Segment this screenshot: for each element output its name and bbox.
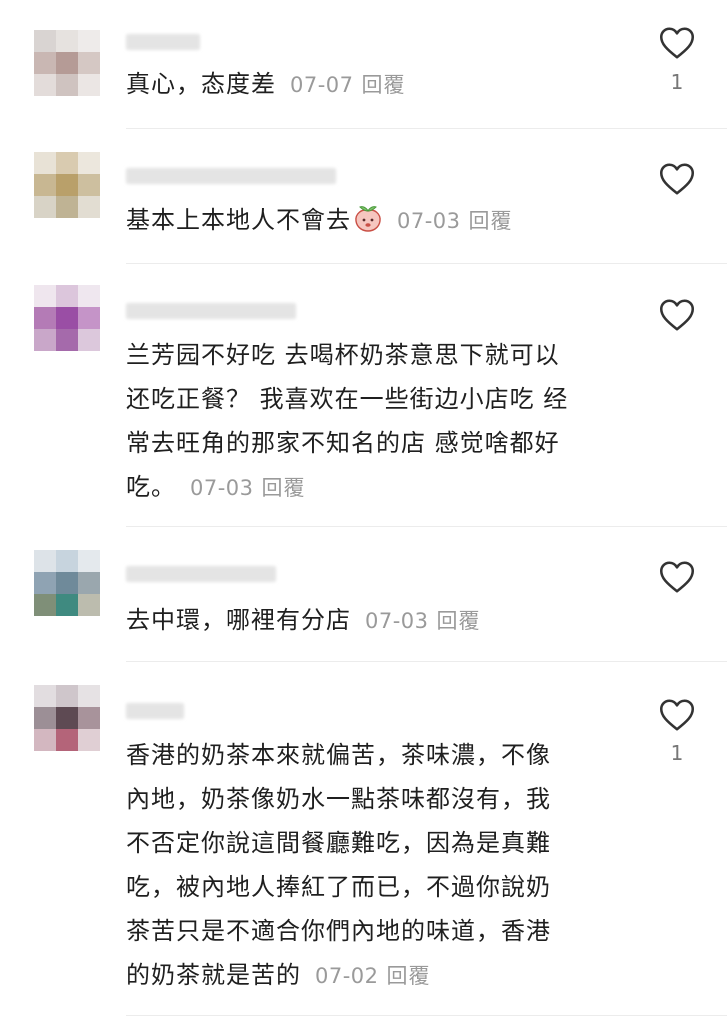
comment-line: 吃。 [126, 473, 176, 501]
username-blurred[interactable] [126, 703, 184, 719]
heart-outline-icon[interactable] [659, 698, 695, 732]
comment-text: 基本上本地人不會去 07-03 回覆 [126, 198, 617, 243]
comment-body: 去中環，哪裡有分店 [126, 606, 351, 634]
comment-body: 基本上本地人不會去 [126, 206, 351, 234]
comment-item: 兰芳园不好吃 去喝杯奶茶意思下就可以 还吃正餐？ 我喜欢在一些街边小店吃 经 常… [0, 265, 727, 527]
comment-text: 真心，态度差 07-07 回覆 [126, 62, 617, 107]
comment-item: 香港的奶茶本來就偏苦，茶味濃，不像 內地，奶茶像奶水一點茶味都沒有，我 不否定你… [0, 663, 727, 1003]
avatar[interactable] [34, 285, 100, 351]
heart-outline-icon[interactable] [659, 560, 695, 594]
avatar[interactable] [34, 152, 100, 218]
comment-line: 不否定你說這間餐廳難吃，因為是真難 [126, 829, 551, 857]
comment-item: 基本上本地人不會去 07-03 回覆 [0, 130, 727, 264]
comment-text: 香港的奶茶本來就偏苦，茶味濃，不像 內地，奶茶像奶水一點茶味都沒有，我 不否定你… [126, 733, 617, 998]
like-count: 1 [670, 741, 684, 765]
comment-line: 兰芳园不好吃 去喝杯奶茶意思下就可以 [126, 341, 560, 369]
comment-text: 去中環，哪裡有分店 07-03 回覆 [126, 598, 617, 643]
avatar[interactable] [34, 685, 100, 751]
username-blurred[interactable] [126, 168, 336, 184]
heart-outline-icon[interactable] [659, 162, 695, 196]
comment-line: 香港的奶茶本來就偏苦，茶味濃，不像 [126, 741, 551, 769]
comment-line: 常去旺角的那家不知名的店 感觉啥都好 [126, 429, 560, 457]
heart-outline-icon[interactable] [659, 298, 695, 332]
comment-item: 去中環，哪裡有分店 07-03 回覆 [0, 528, 727, 662]
heart-outline-icon[interactable] [659, 26, 695, 60]
divider [126, 263, 727, 264]
comment-line: 吃，被內地人捧紅了而已，不過你說奶 [126, 873, 551, 901]
reply-button[interactable]: 回覆 [437, 609, 481, 633]
comment-line: 茶苦只是不適合你們內地的味道，香港 [126, 917, 551, 945]
reply-button[interactable]: 回覆 [387, 964, 431, 988]
peach-emoji-icon [355, 206, 381, 232]
comment-text: 兰芳园不好吃 去喝杯奶茶意思下就可以 还吃正餐？ 我喜欢在一些街边小店吃 经 常… [126, 333, 617, 510]
username-blurred[interactable] [126, 34, 200, 50]
comment-line: 还吃正餐？ 我喜欢在一些街边小店吃 经 [126, 385, 569, 413]
comment-date: 07-03 [397, 209, 461, 233]
avatar[interactable] [34, 30, 100, 96]
comment-body: 真心，态度差 [126, 70, 276, 98]
comment-date: 07-03 [365, 609, 429, 633]
divider [126, 526, 727, 527]
divider [126, 1015, 727, 1016]
like-count: 1 [670, 70, 684, 94]
username-blurred[interactable] [126, 303, 296, 319]
comment-date: 07-02 [315, 964, 379, 988]
comment-line: 的奶茶就是苦的 [126, 961, 301, 989]
reply-button[interactable]: 回覆 [362, 73, 406, 97]
comment-date: 07-03 [190, 476, 254, 500]
comment-item: 真心，态度差 07-07 回覆 1 [0, 0, 727, 130]
divider [126, 128, 727, 129]
divider [126, 661, 727, 662]
reply-button[interactable]: 回覆 [262, 476, 306, 500]
username-blurred[interactable] [126, 566, 276, 582]
reply-button[interactable]: 回覆 [469, 209, 513, 233]
comment-date: 07-07 [290, 73, 354, 97]
avatar[interactable] [34, 550, 100, 616]
comment-line: 內地，奶茶像奶水一點茶味都沒有，我 [126, 785, 551, 813]
